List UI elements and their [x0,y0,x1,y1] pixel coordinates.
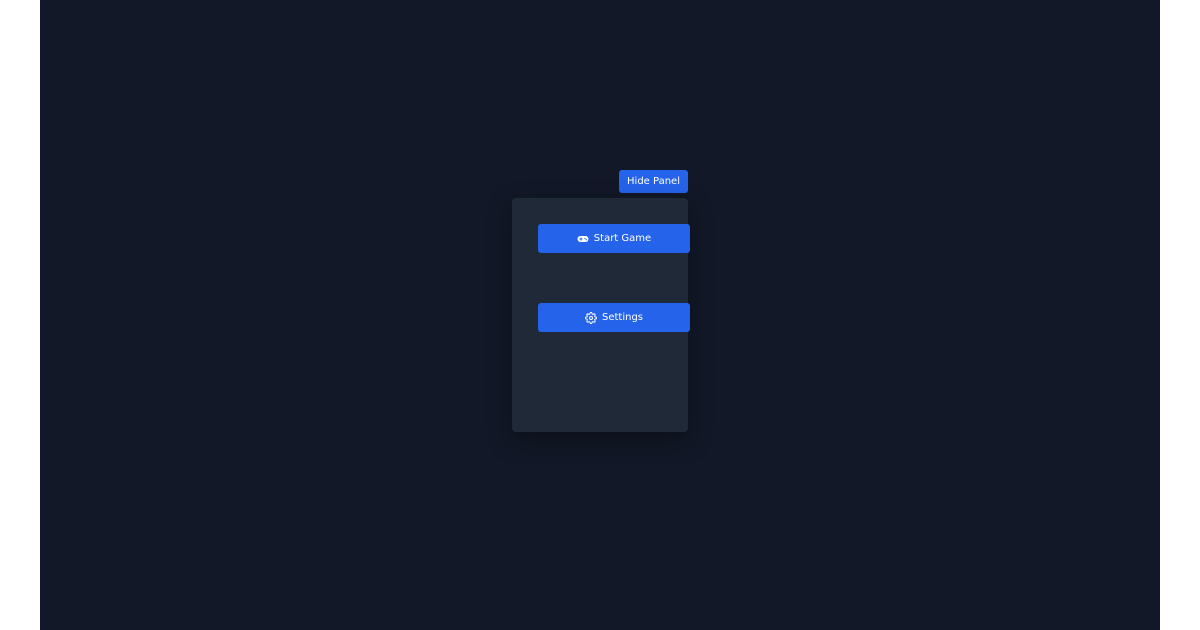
start-game-label: Start Game [593,233,652,244]
hide-panel-button[interactable]: Hide Panel [619,170,688,193]
gamepad-icon [577,233,589,245]
start-game-button[interactable]: Start Game [538,224,690,253]
gear-icon [584,311,597,324]
menu-panel: Start Game Settings [512,198,690,432]
game-stage: Hide Panel Start Game Settings [40,0,1160,630]
settings-button[interactable]: Settings [538,303,690,332]
settings-label: Settings [601,312,643,323]
